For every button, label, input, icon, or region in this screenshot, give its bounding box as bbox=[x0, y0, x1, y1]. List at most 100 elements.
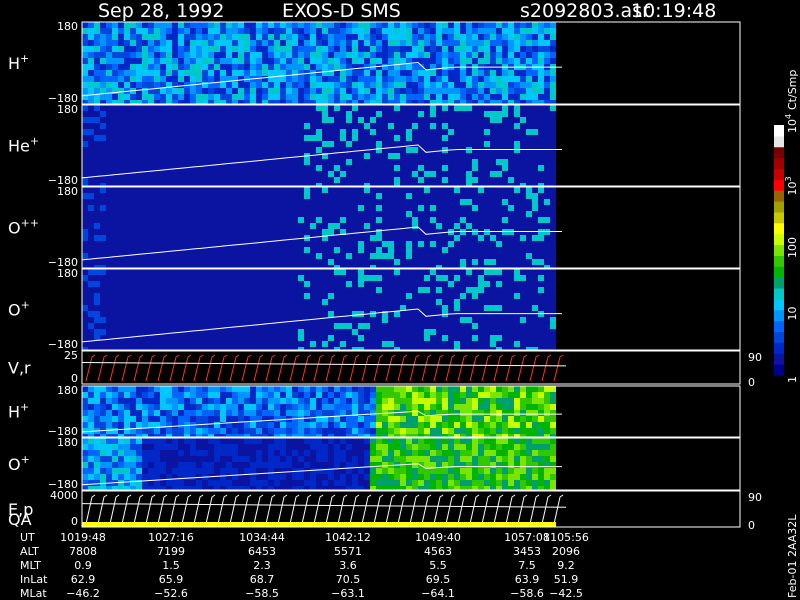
spectrogram-cell bbox=[322, 428, 328, 434]
spectrogram-cell bbox=[532, 486, 538, 490]
spectrogram-cell bbox=[112, 22, 118, 28]
spectrogram-cell bbox=[136, 410, 142, 416]
spectrogram-cell bbox=[550, 70, 556, 76]
spectrogram-cell bbox=[418, 422, 424, 428]
spectrogram-cell bbox=[172, 94, 178, 100]
spectrogram-cell bbox=[514, 76, 520, 82]
spectrogram-cell bbox=[430, 76, 436, 82]
spectrogram-cell bbox=[304, 64, 310, 70]
spectrogram-cell bbox=[418, 111, 424, 117]
spectrogram-cell bbox=[442, 46, 448, 52]
spectrogram-cell bbox=[550, 468, 556, 474]
spectrogram-cell bbox=[334, 269, 340, 275]
spectrogram-cell bbox=[166, 100, 172, 104]
spectrogram-cell bbox=[268, 34, 274, 40]
sawtooth-segment bbox=[157, 494, 168, 525]
spectrogram-cell bbox=[160, 438, 166, 444]
spectrogram-cell bbox=[88, 392, 94, 398]
spectrogram-cell bbox=[316, 58, 322, 64]
spectrogram-cell bbox=[484, 416, 490, 422]
spectrogram-cell bbox=[136, 386, 142, 392]
spectrogram-cell bbox=[208, 70, 214, 76]
spectrogram-cell bbox=[346, 253, 352, 259]
ytick-max: 4000 bbox=[50, 489, 78, 502]
colorbar-label: Ct/Smp bbox=[786, 70, 799, 110]
spectrogram-cell bbox=[136, 22, 142, 28]
spectrogram-cell bbox=[346, 58, 352, 64]
spectrogram-cell bbox=[484, 305, 490, 311]
spectrogram-cell bbox=[526, 428, 532, 434]
spectrogram-cell bbox=[82, 100, 88, 104]
sawtooth-segment bbox=[253, 494, 264, 525]
colorbar-swatch bbox=[774, 135, 784, 148]
spectrogram-cell bbox=[112, 34, 118, 40]
spectrogram-cell bbox=[334, 444, 340, 450]
spectrogram-cell bbox=[442, 82, 448, 88]
sawtooth-series bbox=[85, 354, 564, 382]
spectrogram-cell bbox=[238, 416, 244, 422]
spectrogram-cell bbox=[172, 410, 178, 416]
spectrogram-cell bbox=[130, 386, 136, 392]
spectrogram-cell bbox=[376, 392, 382, 398]
spectrogram-cell bbox=[406, 456, 412, 462]
spectrogram-cell bbox=[190, 34, 196, 40]
spectrogram-cell bbox=[442, 22, 448, 28]
spectrogram-cell bbox=[202, 392, 208, 398]
spectrogram-cell bbox=[442, 28, 448, 34]
panel-he-plus: He+180−180 bbox=[8, 103, 741, 187]
spectrogram-cell bbox=[142, 64, 148, 70]
spectrogram-cell bbox=[124, 398, 130, 404]
spectrogram-cell bbox=[460, 94, 466, 100]
spectrogram-cell bbox=[400, 422, 406, 428]
spectrogram-cell bbox=[208, 428, 214, 434]
spectrogram-cell bbox=[436, 404, 442, 410]
spectrogram-cell bbox=[130, 398, 136, 404]
spectrogram-cell bbox=[418, 444, 424, 450]
spectrogram-cell bbox=[346, 428, 352, 434]
spectrogram-cell bbox=[466, 392, 472, 398]
spectrogram-cell bbox=[538, 58, 544, 64]
spectrogram-cell bbox=[352, 58, 358, 64]
spectrogram-cell bbox=[208, 100, 214, 104]
spectrogram-cell bbox=[220, 82, 226, 88]
spectrogram-cell bbox=[502, 22, 508, 28]
spectrogram-cell bbox=[376, 82, 382, 88]
spectrogram-cell bbox=[526, 438, 532, 444]
spectrogram-cell bbox=[310, 444, 316, 450]
spectrogram-cell bbox=[184, 416, 190, 422]
spectrogram-cell bbox=[328, 22, 334, 28]
spectrogram-cell bbox=[376, 428, 382, 434]
spectrogram-cell bbox=[256, 40, 262, 46]
spectrogram-cell bbox=[496, 392, 502, 398]
spectrogram-cell bbox=[166, 52, 172, 58]
spectrogram-cell bbox=[148, 486, 154, 490]
spectrogram-cell bbox=[316, 165, 322, 171]
spectrogram-cell bbox=[82, 229, 88, 235]
spectrogram-cell bbox=[436, 34, 442, 40]
spectrogram-cell bbox=[376, 404, 382, 410]
spectrogram-cell bbox=[280, 450, 286, 456]
spectrogram-cell bbox=[154, 438, 160, 444]
spectrogram-cell bbox=[292, 58, 298, 64]
spectrogram-cell bbox=[448, 76, 454, 82]
spectrogram-cell bbox=[316, 438, 322, 444]
spectrogram-cell bbox=[160, 404, 166, 410]
spectrogram-cell bbox=[262, 64, 268, 70]
spectrogram-cell bbox=[316, 147, 322, 153]
spectrogram-cell bbox=[190, 52, 196, 58]
spectrogram-cell bbox=[106, 22, 112, 28]
spectrogram-cell bbox=[448, 46, 454, 52]
spectrogram-cell bbox=[406, 416, 412, 422]
spectrogram-cell bbox=[154, 428, 160, 434]
spectrogram-cell bbox=[466, 428, 472, 434]
spectrogram-cell bbox=[184, 438, 190, 444]
spectrogram-cell bbox=[88, 462, 94, 468]
spectrogram-cell bbox=[340, 323, 346, 329]
spectrogram-cell bbox=[382, 480, 388, 486]
spectrogram-cell bbox=[400, 70, 406, 76]
sawtooth-segment bbox=[373, 494, 384, 525]
spectrogram-cell bbox=[82, 386, 88, 392]
spectrogram-cell bbox=[514, 428, 520, 434]
spectrogram-cell bbox=[448, 100, 454, 104]
footer-cell: 1042:12 bbox=[325, 531, 371, 544]
